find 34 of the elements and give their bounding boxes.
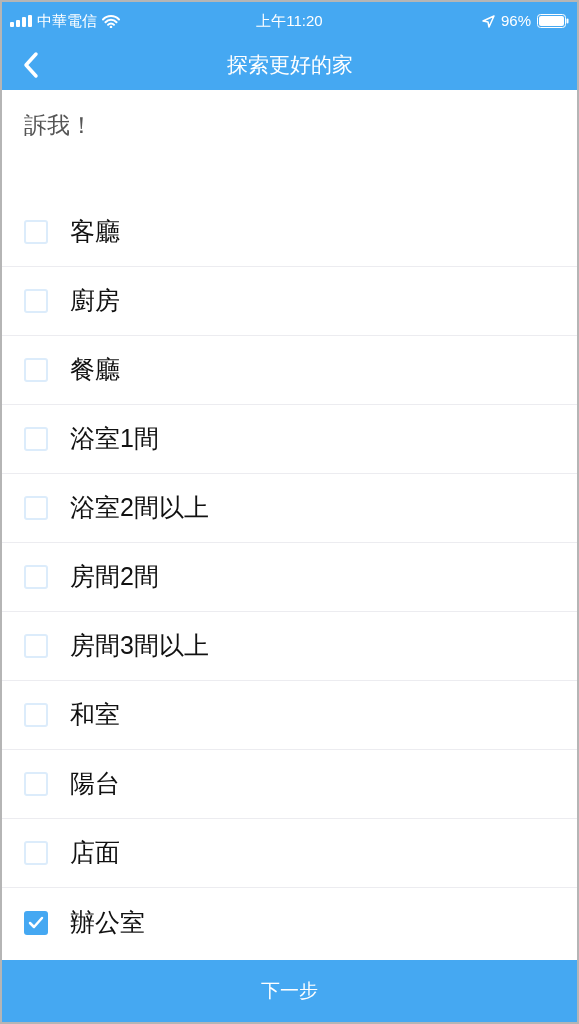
signal-icon	[10, 15, 32, 27]
checkbox[interactable]	[24, 772, 48, 796]
checkbox[interactable]	[24, 703, 48, 727]
checkbox[interactable]	[24, 910, 48, 935]
nav-title: 探索更好的家	[226, 52, 353, 79]
battery-percent: 96%	[500, 10, 531, 31]
next-button[interactable]: 下一步	[2, 960, 577, 1022]
checkbox[interactable]	[24, 358, 48, 382]
checkbox[interactable]	[24, 496, 48, 520]
carrier-name: 中華電信	[37, 10, 97, 31]
prompt-text: 訴我！	[24, 112, 93, 138]
option-label: 房間3間以上	[70, 630, 209, 662]
option-label: 浴室1間	[70, 423, 159, 455]
option-label: 和室	[70, 699, 120, 731]
option-label: 房間2間	[70, 561, 159, 593]
location-arrow-icon	[481, 14, 495, 28]
status-time: 上午11:20	[256, 10, 323, 31]
option-label: 辦公室	[70, 906, 145, 938]
battery-icon	[537, 14, 569, 28]
checkbox[interactable]	[24, 565, 48, 589]
check-icon	[28, 916, 44, 929]
option-label: 店面	[70, 837, 120, 869]
back-chevron-icon	[23, 51, 39, 79]
option-label: 陽台	[70, 768, 120, 800]
checkbox[interactable]	[24, 427, 48, 451]
option-label: 客廳	[70, 216, 120, 248]
checkbox[interactable]	[24, 634, 48, 658]
wifi-icon	[102, 14, 120, 28]
option-label: 廚房	[70, 285, 120, 317]
option-label: 浴室2間以上	[70, 492, 209, 524]
option-label: 餐廳	[70, 354, 120, 386]
checkbox[interactable]	[24, 220, 48, 244]
checkbox[interactable]	[24, 289, 48, 313]
checkbox[interactable]	[24, 841, 48, 865]
